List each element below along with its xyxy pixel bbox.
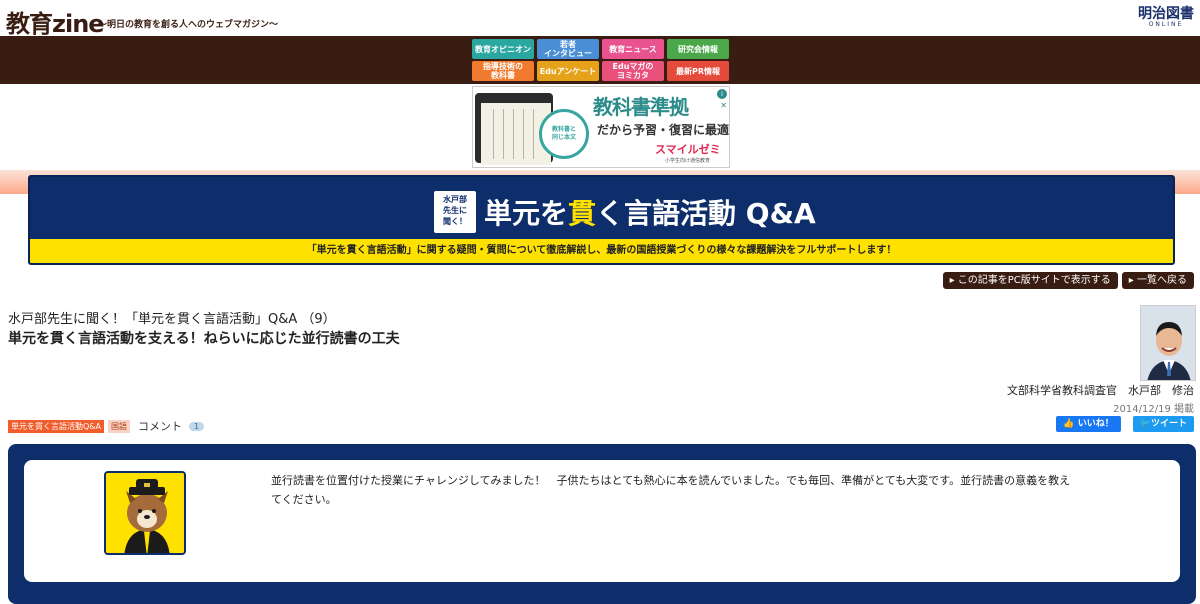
nav-item-2[interactable]: 若者 インタビュー (537, 39, 599, 59)
series-title: 水戸部先生に聞く！「単元を貫く言語活動」Q&A （9） (8, 312, 336, 327)
banner-badge: 水戸部 先生に 聞く！ (434, 191, 476, 233)
nav-item-8[interactable]: 最新PR情報 (667, 61, 729, 81)
nav-item-4[interactable]: 研究会情報 (667, 39, 729, 59)
question-card: 並行読書を位置付けた授業にチャレンジしてみました！ 子供たちはとても熱心に本を読… (24, 460, 1180, 582)
facebook-like-label: いいね！ (1077, 419, 1114, 429)
banner-title: 単元を貫く言語活動 Q&A (484, 192, 816, 232)
share-buttons: 👍 いいね！ 🐦ツイート (1056, 416, 1194, 432)
article-tags: 単元を貫く言語活動Q&A 国語 コメント 1 (8, 418, 205, 434)
pc-view-label: この記事をPC版サイトで表示する (957, 275, 1111, 286)
comment-link[interactable]: コメント (138, 418, 182, 434)
info-icon[interactable]: i (717, 89, 727, 99)
publisher-name: 明治図書 (1138, 6, 1194, 22)
site-logo[interactable]: 教育zine (6, 4, 105, 39)
author-name: 文部科学省教科調査官 水戸部 修治 (1007, 384, 1194, 397)
ad-brand: スマイルゼミ (655, 143, 721, 156)
student-dog-illustration (106, 473, 184, 553)
article-title: 単元を貫く言語活動を支える！ねらいに応じた並行読書の工夫 (8, 331, 400, 347)
nav-item-1[interactable]: 教育オピニオン (472, 39, 534, 59)
banner-title-highlight: 貫 (568, 197, 597, 230)
publish-date: 2014/12/19 掲載 (1113, 404, 1194, 415)
banner-title-post: く言語活動 Q&A (596, 197, 816, 230)
back-to-list-label: 一覧へ戻る (1137, 275, 1187, 286)
question-text: 並行読書を位置付けた授業にチャレンジしてみました！ 子供たちはとても熱心に本を読… (271, 474, 1071, 506)
series-banner: 水戸部 先生に 聞く！ 単元を貫く言語活動 Q&A 「単元を貫く言語活動」に関す… (28, 175, 1175, 265)
ad-subline: だから予習・復習に最適 (597, 123, 730, 137)
nav-item-5[interactable]: 指導技術の 教科書 (472, 61, 534, 81)
thumbs-up-icon: 👍 (1063, 419, 1075, 429)
nav-band: 教育オピニオン 若者 インタビュー 教育ニュース 研究会情報指導技術の 教科書 Eduア… (0, 36, 1200, 84)
back-to-list-button[interactable]: ▸ 一覧へ戻る (1121, 272, 1194, 289)
comment-count-badge: 1 (189, 421, 205, 431)
site-tagline: ～明日の教育を創る人へのウェブマガジン～ (98, 20, 279, 30)
tag-subject[interactable]: 国語 (108, 419, 131, 433)
tweet-label: ツイート (1150, 419, 1187, 429)
author-silhouette (1141, 306, 1195, 380)
nav-item-7[interactable]: Eduマガの ヨミカタ (602, 61, 664, 81)
student-dog-icon (104, 471, 186, 555)
advertisement[interactable]: 教科書と 同じ本文 教科書準拠 だから予習・復習に最適 スマイルゼミ 小学生向け… (472, 86, 730, 168)
site-header: 教育zine ～明日の教育を創る人へのウェブマガジン～ 明治図書 ONLINE (0, 0, 1200, 39)
tweet-button[interactable]: 🐦ツイート (1132, 416, 1194, 432)
pc-view-button[interactable]: ▸ この記事をPC版サイトで表示する (942, 272, 1118, 289)
publisher-logo[interactable]: 明治図書 ONLINE (1138, 3, 1194, 28)
facebook-like-button[interactable]: 👍 いいね！ (1056, 416, 1121, 432)
nav-item-3[interactable]: 教育ニュース (602, 39, 664, 59)
article-actions: ▸ この記事をPC版サイトで表示する ▸ 一覧へ戻る (942, 272, 1194, 289)
nav-grid: 教育オピニオン 若者 インタビュー 教育ニュース 研究会情報指導技術の 教科書 Eduア… (472, 39, 732, 81)
author-photo (1140, 305, 1196, 381)
ad-headline: 教科書準拠 (593, 95, 689, 119)
nav-item-6[interactable]: Eduアンケート (537, 61, 599, 81)
tag-series[interactable]: 単元を貫く言語活動Q&A (8, 419, 105, 433)
ad-brand-sub: 小学生向け通信教育 (665, 158, 711, 164)
close-icon[interactable]: ✕ (720, 101, 727, 110)
banner-description: 「単元を貫く言語活動」に関する疑問・質問について徹底解説し、最新の国語授業づくり… (30, 239, 1173, 263)
twitter-bird-icon: 🐦 (1139, 419, 1151, 429)
banner-title-pre: 単元を (484, 197, 569, 230)
ad-badge: 教科書と 同じ本文 (539, 109, 589, 159)
qa-section: 並行読書を位置付けた授業にチャレンジしてみました！ 子供たちはとても熱心に本を読… (8, 444, 1196, 604)
